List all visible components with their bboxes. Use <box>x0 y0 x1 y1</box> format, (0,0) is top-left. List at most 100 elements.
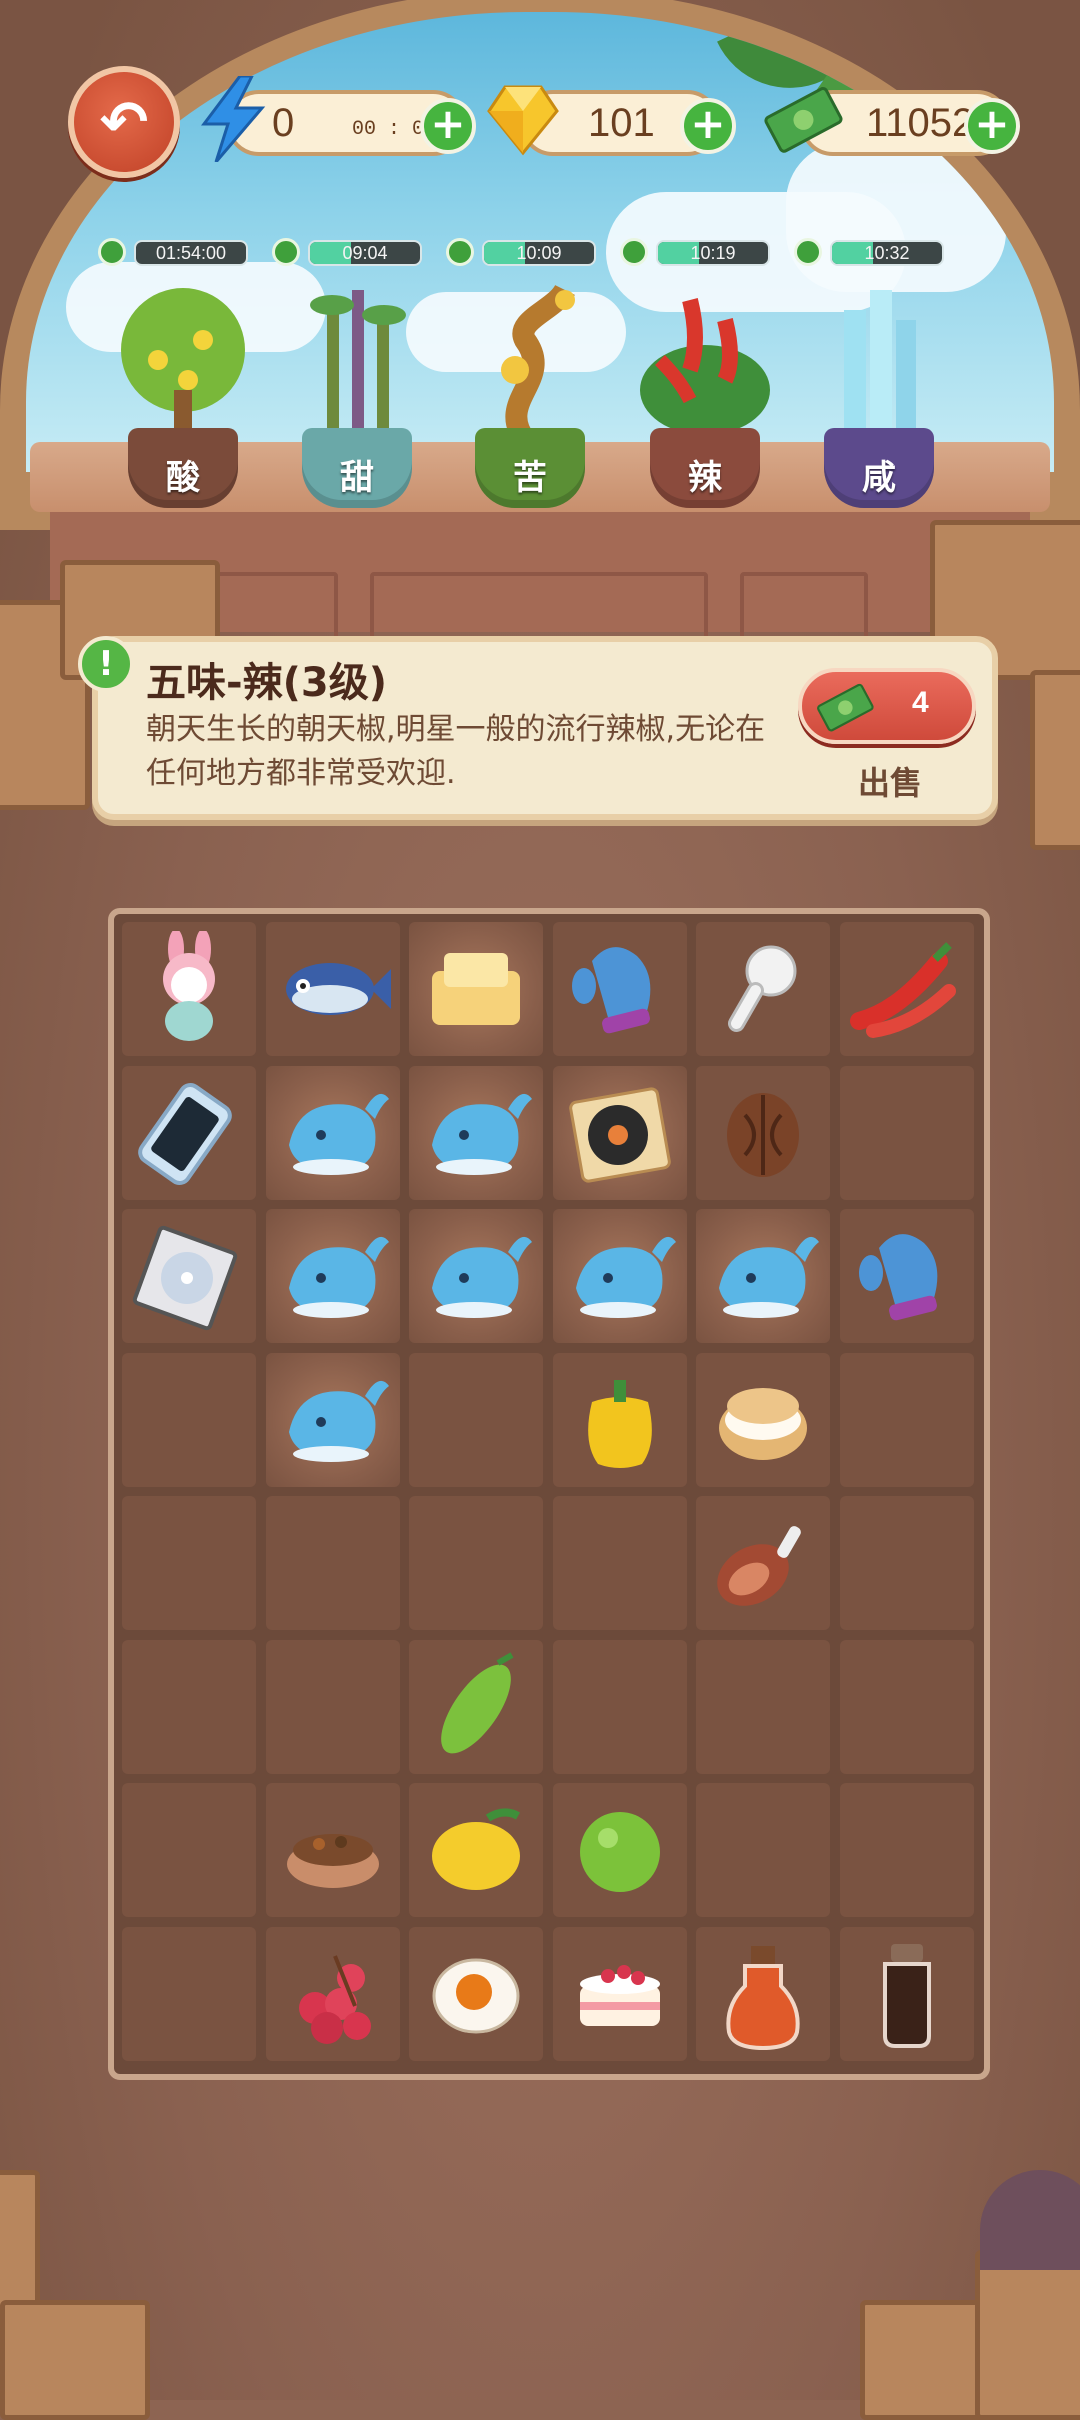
board-cell[interactable] <box>122 922 256 1056</box>
board-cell[interactable] <box>552 1065 687 1200</box>
blue-whale-icon[interactable] <box>705 1218 821 1334</box>
board-cell[interactable] <box>409 922 543 1056</box>
blue-whale-icon[interactable] <box>275 1075 391 1191</box>
blue-mitten-icon[interactable] <box>562 931 678 1047</box>
flavor-label: 酸 <box>166 458 200 498</box>
vinegar-bottle-icon[interactable] <box>705 1936 821 2052</box>
board-cell[interactable] <box>839 1639 974 1774</box>
earbud-icon[interactable] <box>705 931 821 1047</box>
board-cell[interactable] <box>122 1065 256 1200</box>
plus-icon: + <box>974 99 1010 148</box>
spice-bowl-icon[interactable] <box>275 1792 391 1908</box>
flavor-plant[interactable]: 辣 <box>630 280 780 510</box>
energy-plus-button[interactable]: + <box>420 98 476 154</box>
board-cell[interactable] <box>696 922 830 1056</box>
timer-label: 10:32 <box>864 243 910 263</box>
board-cell[interactable] <box>696 1065 830 1200</box>
board-cell[interactable] <box>265 1639 400 1774</box>
board-cell[interactable] <box>552 1352 687 1487</box>
flavor-label: 甜 <box>340 458 374 498</box>
timer-progress-bar: 10:19 <box>656 240 770 266</box>
timer-progress-bar: 10:09 <box>482 240 596 266</box>
cash-plus-button[interactable]: + <box>964 98 1020 154</box>
sell-button[interactable]: 出售 <box>858 758 922 804</box>
board-cell[interactable] <box>122 1352 256 1487</box>
board-cell[interactable] <box>122 1783 256 1917</box>
board-cell[interactable] <box>552 1926 687 2061</box>
board-cell[interactable] <box>696 1783 830 1917</box>
blue-whale-icon[interactable] <box>418 1075 534 1191</box>
board-cell[interactable] <box>696 1496 830 1630</box>
clock-icon <box>98 238 126 266</box>
board-cell[interactable] <box>839 922 974 1056</box>
blue-whale-icon[interactable] <box>418 1218 534 1334</box>
ham-leg-icon[interactable] <box>705 1505 821 1621</box>
board-cell[interactable] <box>409 1926 543 2061</box>
bitter-melon-icon[interactable] <box>418 1649 534 1765</box>
board-cell[interactable] <box>552 1496 687 1630</box>
bunny-doll-icon[interactable] <box>131 931 247 1047</box>
board-cell[interactable] <box>839 1065 974 1200</box>
blue-whale-icon[interactable] <box>275 1218 391 1334</box>
cd-case-icon[interactable] <box>131 1218 247 1334</box>
board-cell[interactable] <box>552 1783 687 1917</box>
gem-plus-button[interactable]: + <box>680 98 736 154</box>
board-cell[interactable] <box>265 1209 400 1343</box>
board-cell[interactable] <box>265 922 400 1056</box>
board-cell[interactable] <box>122 1926 256 2061</box>
lime-icon[interactable] <box>562 1792 678 1908</box>
timer-label: 01:54:00 <box>155 243 227 263</box>
board-cell[interactable] <box>696 1926 830 2061</box>
board-cell[interactable] <box>696 1639 830 1774</box>
flavor-plant[interactable]: 酸 <box>108 280 258 510</box>
yellow-pepper-icon[interactable] <box>562 1362 678 1478</box>
board-cell[interactable] <box>409 1783 543 1917</box>
smartphone-icon[interactable] <box>131 1075 247 1191</box>
back-button[interactable]: ↶ <box>68 66 180 178</box>
board-cell[interactable] <box>122 1209 256 1343</box>
board-cell[interactable] <box>409 1639 543 1774</box>
board-cell[interactable] <box>409 1496 543 1630</box>
board-cell[interactable] <box>409 1209 543 1343</box>
salted-egg-icon[interactable] <box>418 1936 534 2052</box>
lychee-icon[interactable] <box>275 1936 391 2052</box>
sell-price-button[interactable] <box>798 668 976 744</box>
clock-icon <box>272 238 300 266</box>
item-description: 朝天生长的朝天椒,明星一般的流行辣椒,无论在任何地方都非常受欢迎. <box>146 712 766 791</box>
board-cell[interactable] <box>839 1209 974 1343</box>
flavor-plant[interactable]: 苦 <box>455 280 605 510</box>
board-cell[interactable] <box>839 1496 974 1630</box>
fish-icon[interactable] <box>275 931 391 1047</box>
walnut-icon[interactable] <box>705 1075 821 1191</box>
butter-icon[interactable] <box>418 931 534 1047</box>
board-cell[interactable] <box>552 922 687 1056</box>
flavor-plant[interactable]: 甜 <box>282 280 432 510</box>
flavor-plant[interactable]: 咸 <box>804 280 954 510</box>
board-cell[interactable] <box>552 1639 687 1774</box>
board-cell[interactable] <box>122 1639 256 1774</box>
cream-puff-icon[interactable] <box>705 1362 821 1478</box>
soy-sauce-bottle-icon[interactable] <box>849 1936 965 2052</box>
lemon-icon[interactable] <box>418 1792 534 1908</box>
board-cell[interactable] <box>839 1352 974 1487</box>
red-chili-icon[interactable] <box>849 931 965 1047</box>
board-cell[interactable] <box>265 1783 400 1917</box>
blue-whale-icon[interactable] <box>275 1362 391 1478</box>
board-cell[interactable] <box>552 1209 687 1343</box>
board-cell[interactable] <box>839 1783 974 1917</box>
blue-mitten-icon[interactable] <box>849 1218 965 1334</box>
board-cell[interactable] <box>122 1496 256 1630</box>
board-cell[interactable] <box>409 1065 543 1200</box>
record-player-icon[interactable] <box>562 1075 678 1191</box>
board-cell[interactable] <box>265 1496 400 1630</box>
board-cell[interactable] <box>696 1352 830 1487</box>
board-cell[interactable] <box>265 1926 400 2061</box>
board-cell[interactable] <box>696 1209 830 1343</box>
board-cell[interactable] <box>839 1926 974 2061</box>
strawberry-cake-icon[interactable] <box>562 1936 678 2052</box>
cash-value: 11052 <box>866 101 975 145</box>
blue-whale-icon[interactable] <box>562 1218 678 1334</box>
board-cell[interactable] <box>265 1065 400 1200</box>
board-cell[interactable] <box>265 1352 400 1487</box>
board-cell[interactable] <box>409 1352 543 1487</box>
